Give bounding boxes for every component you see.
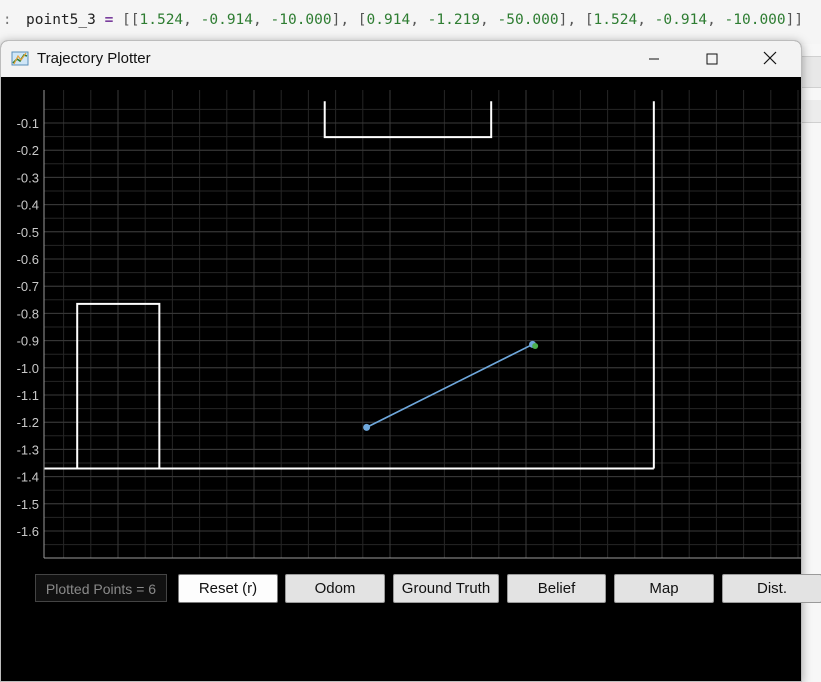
code-num: -0.914 [654, 12, 708, 28]
y-tick-label: -1.0 [17, 361, 39, 376]
belief-button[interactable]: Belief [507, 574, 606, 603]
y-tick-label: -1.4 [17, 470, 39, 485]
chart-icon [11, 50, 29, 68]
close-icon [763, 50, 777, 69]
odom-button[interactable]: Odom [285, 574, 385, 603]
plot-area[interactable]: -0.1 -0.2 -0.3 -0.4 -0.5 -0.6 -0.7 -0.8 -0.9 -1.0… [1, 77, 801, 580]
code-var: point5_3 [26, 12, 96, 28]
trajectory-point [363, 423, 371, 431]
code-num: 0.914 [366, 12, 411, 28]
map-button[interactable]: Map [614, 574, 714, 603]
map-wall [323, 101, 493, 139]
code-num: -10.000 [724, 12, 786, 28]
y-tick-label: -0.7 [17, 279, 39, 294]
y-tick-label: -0.4 [17, 198, 39, 213]
y-tick-label: -0.9 [17, 334, 39, 349]
ground-truth-point [532, 343, 539, 350]
y-tick-label: -0.5 [17, 225, 39, 240]
code-num: 1.524 [139, 12, 184, 28]
code-punc: , [637, 12, 655, 28]
code-num: -0.914 [200, 12, 254, 28]
y-tick-label: -0.6 [17, 252, 39, 267]
background-panel [800, 100, 821, 123]
y-tick-label: -1.5 [17, 497, 39, 512]
code-punc: , [410, 12, 428, 28]
maximize-button[interactable] [683, 41, 741, 77]
y-tick-label: -0.2 [17, 143, 39, 158]
maximize-icon [706, 50, 718, 69]
code-line[interactable]: point5_3 = [[1.524, -0.914, -10.000], [0… [26, 12, 803, 28]
reset-button[interactable]: Reset (r) [178, 574, 278, 603]
cell-prompt: : [3, 12, 12, 28]
y-tick-label: -1.2 [17, 415, 39, 430]
title-bar[interactable]: Trajectory Plotter [1, 41, 801, 77]
plotted-points-counter: Plotted Points = 6 [35, 574, 167, 602]
code-num: -1.219 [427, 12, 481, 28]
code-punc: , [253, 12, 271, 28]
code-num: 1.524 [593, 12, 638, 28]
code-punc: , [707, 12, 725, 28]
ground-truth-button[interactable]: Ground Truth [393, 574, 499, 603]
code-punc: ], [ [331, 12, 367, 28]
y-tick-label: -1.3 [17, 442, 39, 457]
trajectory-chart[interactable]: -0.1 -0.2 -0.3 -0.4 -0.5 -0.6 -0.7 -0.8 -0.9 -1.0… [1, 77, 801, 580]
code-num: -50.000 [497, 12, 559, 28]
y-tick-label: -1.6 [17, 524, 39, 539]
y-tick-label: -0.3 [17, 170, 39, 185]
code-punc: [[ [122, 12, 140, 28]
code-punc: ]] [785, 12, 804, 28]
code-punc: ], [ [558, 12, 594, 28]
code-punc: , [480, 12, 498, 28]
close-button[interactable] [741, 41, 799, 77]
y-tick-label: -1.1 [17, 388, 39, 403]
minimize-icon [648, 50, 660, 69]
code-punc: , [183, 12, 201, 28]
background-toolbar [800, 56, 821, 88]
y-tick-label: -0.8 [17, 306, 39, 321]
y-tick-label: -0.1 [17, 116, 39, 131]
notebook-code-cell: : point5_3 = [[1.524, -0.914, -10.000], … [0, 0, 821, 44]
window-title: Trajectory Plotter [37, 50, 151, 67]
trajectory-line [366, 343, 533, 429]
code-num: -10.000 [270, 12, 332, 28]
dist-button[interactable]: Dist. [722, 574, 821, 603]
minimize-button[interactable] [625, 41, 683, 77]
code-op: = [104, 12, 114, 28]
